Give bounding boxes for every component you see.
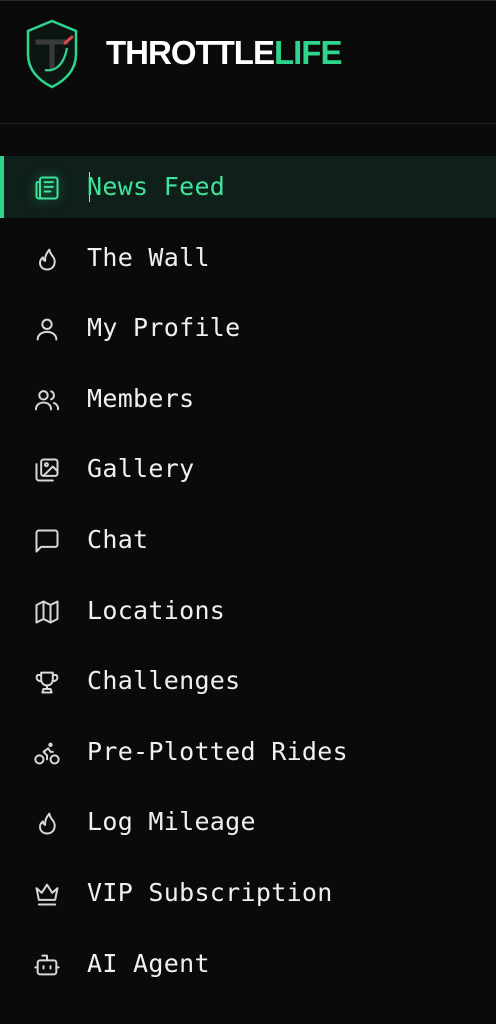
brand-header: THROTTLELIFE	[0, 1, 496, 124]
nav-item-label: VIP Subscription	[87, 877, 333, 907]
flame-icon	[33, 809, 61, 837]
sidebar: THROTTLELIFE News Feed The Wall My Profi…	[0, 0, 496, 1024]
nav-item-label: AI Agent	[87, 948, 210, 978]
bike-icon	[33, 739, 61, 767]
nav-item-label: Chat	[87, 524, 149, 554]
nav-item-label: News Feed	[87, 172, 226, 201]
main-nav: News Feed The Wall My Profile Members Ga…	[0, 156, 496, 1003]
flame-icon	[33, 245, 61, 273]
map-icon	[33, 598, 61, 626]
nav-item-label: Locations	[87, 595, 226, 625]
images-icon	[33, 456, 61, 484]
message-square-icon	[33, 527, 61, 555]
nav-item-label: The Wall	[87, 242, 210, 272]
brand-name-primary: THROTTLE	[106, 34, 275, 71]
nav-item-members[interactable]: Members	[0, 368, 496, 430]
nav-item-gallery[interactable]: Gallery	[0, 438, 496, 500]
nav-item-label: My Profile	[87, 313, 241, 343]
nav-item-my-profile[interactable]: My Profile	[0, 297, 496, 359]
nav-item-log-mileage[interactable]: Log Mileage	[0, 791, 496, 853]
brand-name[interactable]: THROTTLELIFE	[106, 31, 342, 75]
crown-icon	[33, 880, 61, 908]
shield-logo-icon[interactable]	[22, 18, 82, 90]
bot-icon	[33, 951, 61, 979]
nav-item-pre-plotted-rides[interactable]: Pre-Plotted Rides	[0, 721, 496, 783]
nav-item-ai-agent[interactable]: AI Agent	[0, 933, 496, 995]
nav-item-label: Log Mileage	[87, 807, 256, 837]
nav-item-label: Pre-Plotted Rides	[87, 736, 348, 766]
nav-item-vip-subscription[interactable]: VIP Subscription	[0, 862, 496, 924]
nav-item-locations[interactable]: Locations	[0, 580, 496, 642]
trophy-icon	[33, 668, 61, 696]
nav-item-chat[interactable]: Chat	[0, 509, 496, 571]
brand-name-accent: LIFE	[273, 34, 342, 71]
newspaper-icon	[33, 174, 61, 202]
nav-item-label: Members	[87, 383, 195, 413]
nav-item-challenges[interactable]: Challenges	[0, 650, 496, 712]
nav-item-label: Challenges	[87, 666, 241, 696]
nav-item-the-wall[interactable]: The Wall	[0, 227, 496, 289]
users-icon	[33, 386, 61, 414]
nav-item-label: Gallery	[87, 454, 195, 484]
nav-item-news-feed[interactable]: News Feed	[0, 156, 496, 218]
user-icon	[33, 315, 61, 343]
